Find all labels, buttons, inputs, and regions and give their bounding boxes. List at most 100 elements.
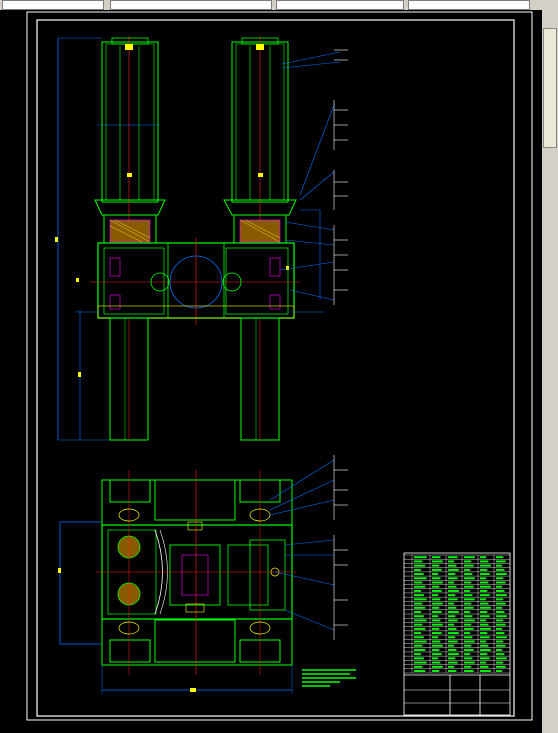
- bom-cell-text: [448, 556, 458, 559]
- bom-cell-text: [464, 627, 474, 630]
- bom-cell-text: [414, 611, 421, 613]
- bom-cell-text: [432, 560, 443, 563]
- bom-cell-text: [496, 564, 502, 567]
- bom-cell-text: [414, 615, 424, 618]
- toolbar-combo-3[interactable]: [276, 0, 404, 10]
- bom-cell-text: [496, 556, 504, 559]
- bom-cell-text: [480, 556, 486, 559]
- bom-cell-text: [464, 632, 470, 635]
- bom-cell-text: [496, 627, 502, 630]
- drawing-viewport[interactable]: [0, 10, 542, 733]
- bom-cell-text: [496, 568, 505, 571]
- bom-cell-text: [480, 657, 490, 660]
- bom-cell-text: [496, 577, 504, 580]
- bom-cell-text: [464, 661, 475, 664]
- bom-cell-text: [432, 644, 443, 647]
- front-view: [55, 36, 348, 441]
- bom-cell-text: [496, 606, 502, 609]
- bom-cell-text: [496, 585, 502, 588]
- bom-cell-text: [414, 632, 421, 635]
- bom-cell-text: [480, 627, 491, 630]
- bom-cell-text: [496, 581, 506, 584]
- bom-cell-text: [480, 598, 486, 601]
- bom-cell-text: [464, 640, 475, 643]
- bom-cell-text: [414, 636, 424, 639]
- bom-cell-text: [414, 560, 423, 563]
- bom-cell-text: [464, 644, 472, 647]
- bom-cell-text: [464, 611, 470, 613]
- bom-cell-text: [464, 648, 474, 651]
- bom-cell-text: [448, 640, 458, 643]
- bom-cell-text: [480, 602, 489, 605]
- bom-cell-text: [432, 568, 442, 571]
- bom-cell-text: [480, 589, 488, 592]
- bom-cell-text: [496, 657, 507, 660]
- bom-cell-text: [432, 606, 440, 609]
- bom-cell-text: [414, 577, 427, 580]
- bom-cell-text: [480, 581, 489, 584]
- bom-cell-text: [414, 606, 426, 609]
- vertical-scrollbar[interactable]: [542, 10, 558, 733]
- bom-cell-text: [432, 665, 443, 668]
- bom-cell-text: [414, 589, 421, 592]
- bom-cell-text: [480, 619, 486, 622]
- bom-cell-text: [480, 594, 490, 597]
- bom-cell-text: [464, 598, 475, 601]
- bom-cell-text: [496, 623, 506, 626]
- bom-cell-text: [448, 670, 457, 672]
- bom-cell-text: [414, 573, 424, 576]
- bom-cell-text: [496, 598, 504, 601]
- bom-cell-text: [432, 589, 442, 592]
- toolbar-combo-1[interactable]: [2, 0, 104, 10]
- bom-cell-text: [432, 577, 441, 580]
- bom-cell-text: [432, 627, 440, 630]
- bom-cell-text: [496, 619, 504, 622]
- bom-cell-text: [464, 568, 470, 571]
- bom-cell-text: [432, 598, 441, 601]
- bom-cell-text: [464, 606, 474, 609]
- bom-cell-text: [414, 581, 423, 584]
- bom-cell-text: [414, 661, 427, 664]
- bom-cell-text: [496, 560, 506, 563]
- bom-cell-text: [464, 653, 470, 656]
- bom-cell-text: [432, 648, 440, 651]
- bom-cell-text: [432, 619, 441, 622]
- bom-cell-text: [414, 594, 424, 597]
- bom-cell-text: [448, 611, 459, 613]
- bom-cell-text: [432, 632, 442, 635]
- bom-cell-text: [448, 589, 459, 592]
- bom-cell-text: [464, 560, 472, 563]
- bom-cell-text: [448, 602, 454, 605]
- bom-cell-text: [414, 585, 426, 588]
- bom-cell-text: [464, 619, 475, 622]
- bom-cell-text: [414, 564, 426, 567]
- bom-cell-text: [414, 670, 426, 672]
- bom-cell-text: [464, 594, 473, 597]
- toolbar-combo-4[interactable]: [408, 0, 530, 10]
- bom-cell-text: [448, 627, 457, 630]
- bom-cell-text: [414, 640, 427, 643]
- bom-cell-text: [448, 644, 454, 647]
- toolbar-combo-2[interactable]: [110, 0, 272, 10]
- bom-cell-text: [496, 611, 505, 613]
- bom-cell-text: [464, 581, 472, 584]
- bom-cell-text: [480, 670, 491, 672]
- bom-cell-text: [414, 644, 423, 647]
- bom-cell-text: [448, 585, 457, 588]
- bom-cell-text: [432, 564, 440, 567]
- bom-cell-text: [414, 623, 423, 626]
- technical-notes: [300, 668, 358, 690]
- bom-cell-text: [414, 556, 427, 559]
- bom-cell-text: [496, 648, 502, 651]
- bom-cell-text: [448, 568, 459, 571]
- bom-cell-text: [480, 623, 489, 626]
- bom-cell-text: [448, 564, 457, 567]
- scrollbar-thumb[interactable]: [543, 28, 557, 148]
- bom-cell-text: [464, 636, 473, 639]
- bom-cell-text: [480, 606, 491, 609]
- bom-cell-text: [480, 640, 486, 643]
- bom-cell-text: [464, 657, 473, 660]
- bom-cell-text: [448, 653, 459, 656]
- bom-cell-text: [480, 661, 486, 664]
- bom-cell-text: [448, 598, 458, 601]
